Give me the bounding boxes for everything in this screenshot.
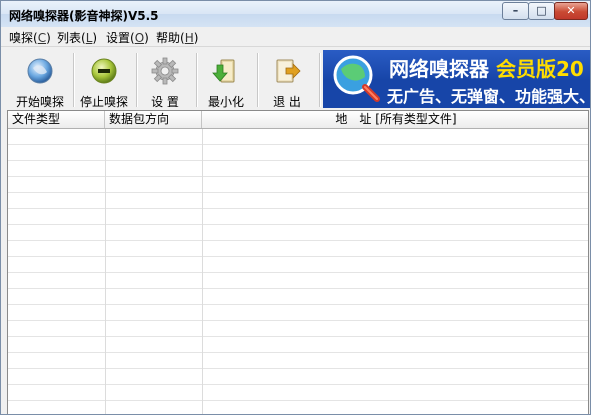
exit-button[interactable]: 退 出 xyxy=(256,49,318,109)
globe-icon xyxy=(27,58,53,84)
minimize-tray-icon xyxy=(212,59,235,83)
banner-title: 网络嗅探器 会员版20 xyxy=(389,57,584,81)
toolbar-separator xyxy=(319,53,321,107)
window-title: 网络嗅探器(影音神探)V5.5 xyxy=(9,9,159,23)
close-icon: ✕ xyxy=(566,4,576,17)
minimize-tray-label: 最小化 xyxy=(207,95,244,109)
menu-help[interactable]: 帮助(H) xyxy=(156,29,198,45)
stop-sniff-label: 停止嗅探 xyxy=(79,95,128,109)
magnifier-globe-logo-icon xyxy=(333,55,380,102)
start-sniff-button[interactable]: 开始嗅探 xyxy=(9,49,71,109)
column-header-address[interactable]: 地 址 [所有类型文件] xyxy=(202,111,588,128)
maximize-icon: □ xyxy=(536,4,547,17)
start-sniff-label: 开始嗅探 xyxy=(15,95,64,109)
list-header: 文件类型 数据包方向 地 址 [所有类型文件] xyxy=(8,111,588,129)
close-window-button[interactable]: ✕ xyxy=(554,2,588,20)
column-header-direction[interactable]: 数据包方向 xyxy=(105,111,202,128)
exit-door-icon xyxy=(276,59,301,83)
minimize-window-button[interactable]: – xyxy=(502,2,529,20)
captured-file-list[interactable]: 文件类型 数据包方向 地 址 [所有类型文件] xyxy=(7,110,589,414)
column-divider xyxy=(202,129,203,414)
settings-button[interactable]: 设 置 xyxy=(134,49,196,109)
title-bar[interactable]: 网络嗅探器(影音神探)V5.5 – □ ✕ xyxy=(1,1,590,27)
settings-label: 设 置 xyxy=(151,95,179,109)
menu-bar: 嗅探(C) 列表(L) 设置(O) 帮助(H) xyxy=(1,27,590,46)
gear-icon xyxy=(151,57,179,85)
column-divider xyxy=(105,129,106,414)
minimize-icon: – xyxy=(512,4,519,17)
stop-icon xyxy=(91,58,117,84)
menu-sniff[interactable]: 嗅探(C) xyxy=(9,29,51,45)
maximize-window-button[interactable]: □ xyxy=(528,2,555,20)
banner-vip-text: 会员版20 xyxy=(495,57,584,81)
column-header-file-type[interactable]: 文件类型 xyxy=(8,111,105,128)
list-rows xyxy=(8,129,588,414)
banner-subtitle: 无广告、无弹窗、功能强大、全 xyxy=(387,87,590,106)
exit-label: 退 出 xyxy=(273,95,301,109)
menu-settings[interactable]: 设置(O) xyxy=(106,29,149,45)
minimize-tray-button[interactable]: 最小化 xyxy=(195,49,257,109)
stop-sniff-button[interactable]: 停止嗅探 xyxy=(73,49,135,109)
promo-banner[interactable]: 网络嗅探器 会员版20 无广告、无弹窗、功能强大、全 xyxy=(323,50,590,108)
menu-list[interactable]: 列表(L) xyxy=(57,29,97,45)
app-window: 网络嗅探器(影音神探)V5.5 – □ ✕ 嗅探(C) 列表(L) 设置(O) … xyxy=(0,0,591,415)
